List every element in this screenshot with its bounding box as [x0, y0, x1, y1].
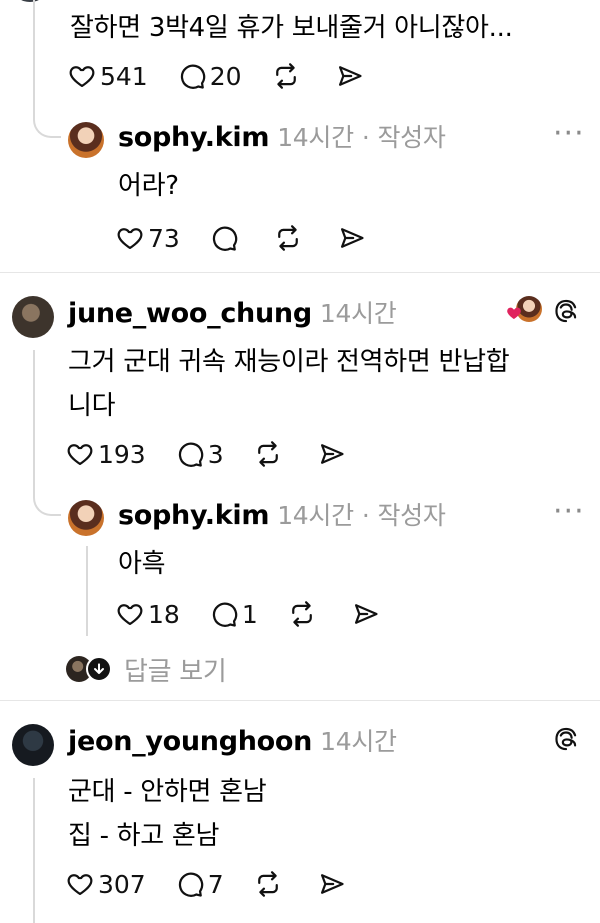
comment3-actions: 307 7	[66, 864, 382, 904]
avatar-sophy[interactable]	[68, 122, 104, 158]
comment-text-line2: 니다	[68, 391, 116, 421]
top-thread-line	[33, 0, 35, 118]
separator: ·	[361, 501, 370, 530]
like-count: 307	[98, 869, 146, 899]
send-icon	[318, 440, 346, 468]
share-button[interactable]	[352, 600, 380, 628]
share-button[interactable]	[338, 224, 366, 252]
comment-icon	[210, 224, 238, 252]
username[interactable]: sophy.kim	[118, 500, 270, 531]
liked-by-author-badge	[506, 296, 542, 324]
avatar-sophy[interactable]	[68, 500, 104, 536]
username[interactable]: jeon_younghoon	[68, 726, 312, 757]
repost-button[interactable]	[272, 62, 300, 90]
reply-button[interactable]: 1	[210, 600, 258, 629]
send-icon	[318, 870, 346, 898]
heart-icon	[116, 224, 144, 252]
comment3-header: jeon_younghoon 14시간	[68, 722, 397, 758]
thread-line	[33, 778, 35, 923]
repost-icon	[254, 870, 282, 898]
heart-icon	[116, 600, 144, 628]
repost-icon	[274, 224, 302, 252]
repost-icon	[272, 62, 300, 90]
like-count: 193	[98, 439, 146, 469]
repost-button[interactable]	[254, 870, 282, 898]
comment2-header: june_woo_chung 14시간	[68, 294, 397, 330]
reply-count: 7	[207, 869, 224, 899]
comment-text-line2: 집 - 하고 혼남	[68, 821, 220, 851]
reply1-header: sophy.kim 14시간 · 작성자	[118, 118, 446, 154]
like-button[interactable]: 18	[116, 600, 180, 629]
like-button[interactable]: 73	[116, 224, 180, 253]
comment-icon	[210, 600, 238, 628]
avatar-jeon-younghoon[interactable]	[12, 724, 54, 766]
send-icon	[336, 62, 364, 90]
more-options-icon[interactable]: ···	[553, 116, 585, 151]
timestamp: 14시간	[277, 501, 354, 530]
comment-text-line1: 군대 - 안하면 혼남	[68, 777, 267, 807]
expand-down-icon	[86, 656, 112, 682]
like-count: 541	[100, 61, 148, 91]
top-post-avatar-cutoff	[14, 0, 46, 2]
timestamp: 14시간	[320, 727, 397, 756]
repost-icon	[288, 600, 316, 628]
send-icon	[352, 600, 380, 628]
post-text: 잘하면 3박4일 휴가 보내줄거 아니잖아...	[70, 13, 513, 43]
like-button[interactable]: 193	[66, 440, 146, 469]
timestamp: 14시간	[277, 123, 354, 152]
repost-button[interactable]	[254, 440, 282, 468]
reply-button[interactable]	[210, 224, 238, 252]
reply-button[interactable]: 7	[176, 870, 224, 899]
comment-text-line1: 그거 군대 귀속 재능이라 전역하면 반납합	[68, 347, 510, 377]
share-button[interactable]	[336, 62, 364, 90]
reply1-actions: 73	[116, 218, 402, 258]
share-button[interactable]	[318, 440, 346, 468]
heart-icon	[66, 440, 94, 468]
view-replies-row[interactable]: 답글 보기	[66, 651, 227, 688]
thread-line	[33, 350, 35, 498]
username[interactable]: sophy.kim	[118, 122, 270, 153]
more-options-icon[interactable]: ···	[553, 494, 585, 529]
red-heart-icon	[507, 307, 521, 319]
divider	[0, 700, 600, 701]
top-thread-curve	[33, 104, 61, 138]
threads-logo-icon[interactable]	[553, 298, 579, 324]
reply-count: 3	[207, 439, 224, 469]
reply-button[interactable]: 20	[178, 62, 242, 91]
thread-line	[86, 546, 88, 636]
comment2-actions: 193 3	[66, 434, 382, 474]
like-button[interactable]: 307	[66, 870, 146, 899]
comment-icon	[178, 62, 206, 90]
post-actions: 541 20	[68, 56, 400, 96]
thread-curve	[33, 480, 61, 516]
repost-button[interactable]	[274, 224, 302, 252]
threads-logo-icon[interactable]	[553, 726, 579, 752]
comment-icon	[176, 870, 204, 898]
repost-icon	[254, 440, 282, 468]
reply-count: 1	[241, 599, 258, 629]
send-icon	[338, 224, 366, 252]
share-button[interactable]	[318, 870, 346, 898]
like-button[interactable]: 541	[68, 62, 148, 91]
timestamp: 14시간	[319, 299, 397, 328]
comment-icon	[176, 440, 204, 468]
heart-icon	[66, 870, 94, 898]
reply2-header: sophy.kim 14시간 · 작성자	[118, 496, 446, 532]
reply2-actions: 18 1	[116, 594, 416, 634]
author-tag: 작성자	[377, 501, 446, 530]
reply-text: 아흑	[118, 549, 166, 579]
reply-count: 20	[209, 61, 242, 91]
avatar-june-woo-chung[interactable]	[12, 296, 54, 338]
separator: ·	[361, 123, 370, 152]
reply-text: 어라?	[118, 171, 179, 201]
view-replies-label[interactable]: 답글 보기	[124, 651, 227, 688]
divider	[0, 272, 600, 273]
repost-button[interactable]	[288, 600, 316, 628]
reply-button[interactable]: 3	[176, 440, 224, 469]
like-count: 73	[148, 223, 180, 253]
like-count: 18	[148, 599, 180, 629]
author-tag: 작성자	[377, 123, 446, 152]
heart-icon	[68, 62, 96, 90]
username[interactable]: june_woo_chung	[68, 298, 312, 329]
